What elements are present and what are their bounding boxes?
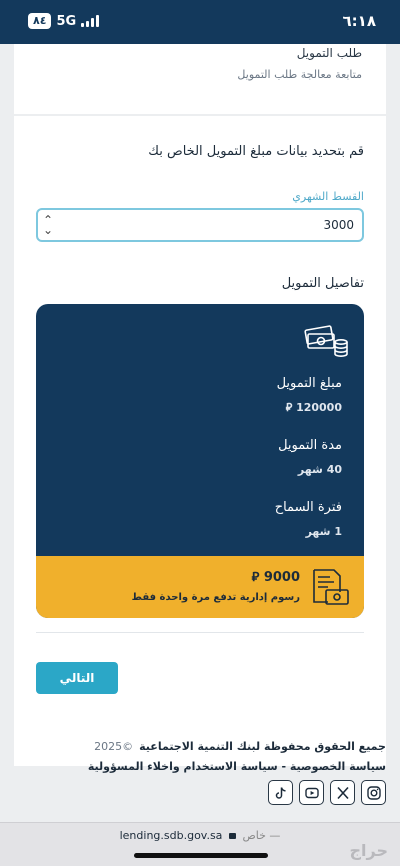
admin-fee-amount: 9000 ⃁ <box>251 570 300 585</box>
finance-request-header: طلب التمويل متابعة معالجة طلب التمويل <box>14 44 386 114</box>
instagram-icon[interactable] <box>361 780 386 805</box>
finance-duration-label: مدة التمويل <box>278 438 342 453</box>
finance-details-card: مبلغ التمويل 120000 ⃁ مدة التمويل 40 شهر… <box>36 304 364 618</box>
home-indicator[interactable] <box>134 853 268 858</box>
youtube-icon[interactable] <box>299 780 324 805</box>
installment-label: القسط الشهري <box>292 190 364 203</box>
policy-links[interactable]: سياسة الخصوصية - سياسة الاستخدام واخلاء … <box>88 760 386 773</box>
url-text: lending.sdb.gov.sa <box>119 829 223 842</box>
status-icons: ٨٤ 5G <box>28 13 100 29</box>
status-bar: ٨٤ 5G ٦:١٨ <box>0 0 400 44</box>
lock-icon <box>228 833 236 839</box>
copyright-year: ©2025 <box>94 740 134 753</box>
grace-period-value: 1 شهر <box>305 525 342 538</box>
finance-amount-value: 120000 ⃁ <box>285 401 342 414</box>
money-icon <box>304 325 348 357</box>
copyright-line: جميع الحقوق محفوظة لبنك التنمية الاجتماع… <box>94 740 386 753</box>
page-content: طلب التمويل متابعة معالجة طلب التمويل قم… <box>0 44 400 822</box>
admin-fee-note: رسوم إدارية تدفع مرة واحدة فقط <box>131 592 300 603</box>
browser-url-bar[interactable]: lending.sdb.gov.sa خاص — حراج <box>0 822 400 866</box>
form-heading: قم بتحديد بيانات مبلغ التمويل الخاص بك <box>148 144 364 159</box>
details-title: تفاصيل التمويل <box>281 276 364 291</box>
social-links <box>268 780 386 805</box>
signal-icon <box>81 15 100 27</box>
grace-period-label: فترة السماح <box>274 500 342 515</box>
url-row: lending.sdb.gov.sa خاص — <box>0 829 400 842</box>
next-button[interactable]: التالي <box>36 662 118 694</box>
watermark-logo: حراج <box>349 841 389 860</box>
battery-icon: ٨٤ <box>28 13 52 29</box>
installment-select[interactable]: 3000 ⌃ ⌄ <box>36 208 364 242</box>
grace-period-item: فترة السماح 1 شهر <box>275 500 342 538</box>
x-icon[interactable] <box>330 780 355 805</box>
finance-amount-label: مبلغ التمويل <box>276 376 342 391</box>
private-label: خاص — <box>242 829 281 842</box>
select-arrows-icon: ⌃ ⌄ <box>43 213 54 237</box>
request-title: طلب التمويل <box>296 46 362 60</box>
finance-amount-item: مبلغ التمويل 120000 ⃁ <box>277 376 342 415</box>
copyright-text: جميع الحقوق محفوظة لبنك التنمية الاجتماع… <box>139 740 386 753</box>
finance-duration-item: مدة التمويل 40 شهر <box>278 438 342 476</box>
finance-form-card: قم بتحديد بيانات مبلغ التمويل الخاص بك ا… <box>14 116 386 766</box>
status-time: ٦:١٨ <box>342 12 376 30</box>
invoice-icon <box>313 569 349 605</box>
request-subtitle: متابعة معالجة طلب التمويل <box>237 68 362 81</box>
tiktok-icon[interactable] <box>268 780 293 805</box>
divider <box>36 632 364 633</box>
admin-fee-band: 9000 ⃁ رسوم إدارية تدفع مرة واحدة فقط <box>36 556 364 618</box>
installment-value: 3000 <box>323 218 354 232</box>
network-label: 5G <box>56 13 77 29</box>
finance-duration-value: 40 شهر <box>297 463 342 476</box>
